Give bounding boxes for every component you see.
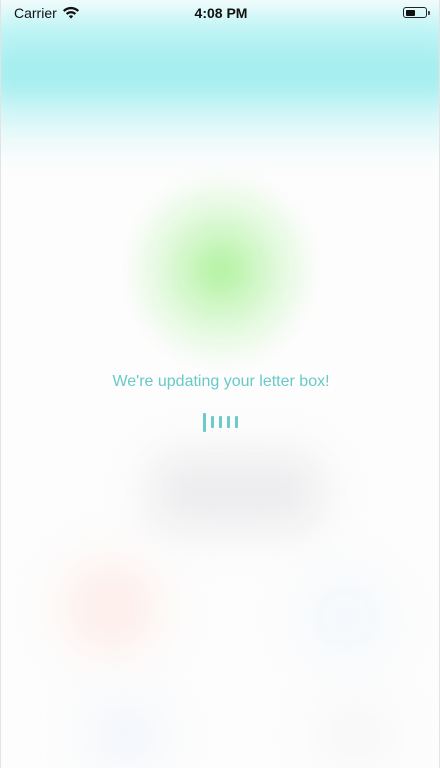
blurred-illustration	[131, 175, 311, 365]
loading-bar	[227, 416, 230, 428]
battery-icon	[403, 7, 430, 18]
app-screen: Carrier 4:08 PM We're updating your lett…	[0, 0, 440, 768]
blurred-card-bottom-left	[71, 700, 181, 768]
blurred-card-right	[296, 570, 396, 665]
status-time: 4:08 PM	[194, 5, 248, 21]
loading-bar	[235, 416, 238, 428]
loading-message: We're updating your letter box!	[112, 373, 330, 390]
blurred-button	[151, 455, 321, 530]
status-bar: Carrier 4:08 PM	[1, 0, 439, 26]
blurred-card-bottom-right	[301, 700, 411, 768]
loading-bar	[219, 416, 222, 428]
blurred-card-left	[56, 560, 166, 655]
loading-bar	[203, 412, 206, 432]
loading-bar	[211, 416, 214, 428]
loading-bars-icon	[203, 412, 238, 432]
blurred-header	[1, 10, 439, 160]
